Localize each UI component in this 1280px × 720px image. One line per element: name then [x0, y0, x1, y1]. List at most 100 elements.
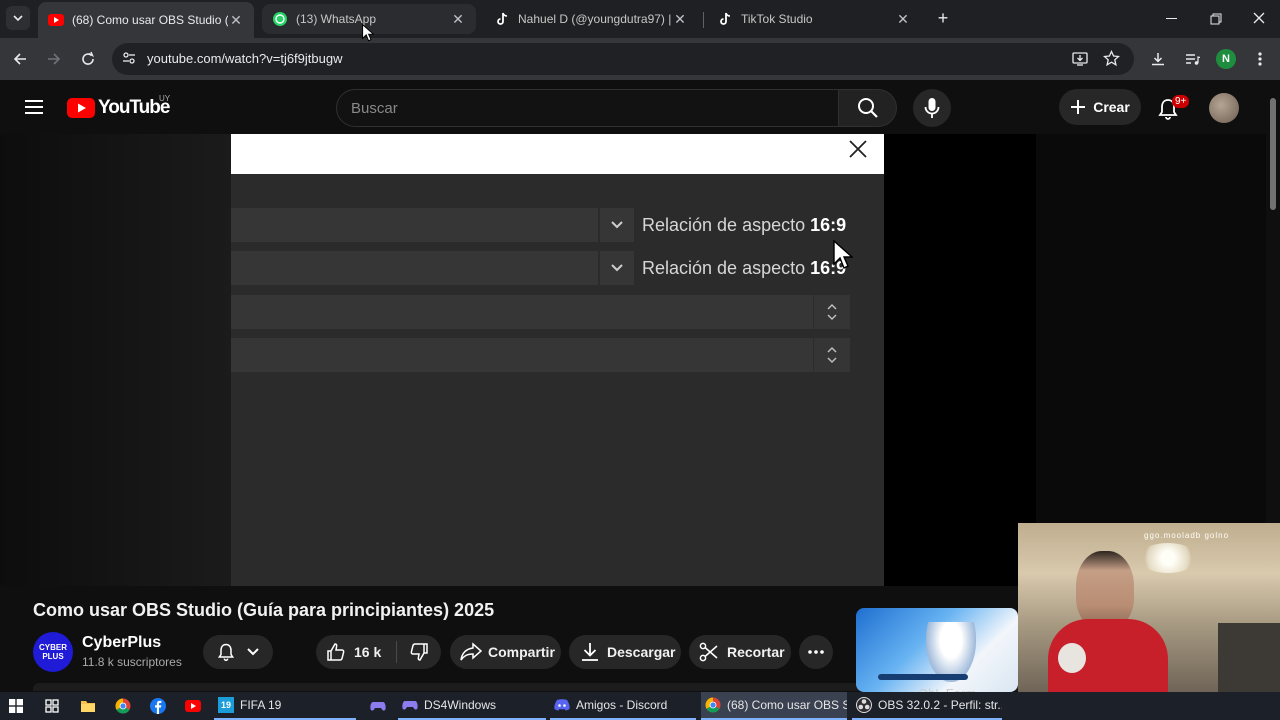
video-side-gradient [0, 134, 231, 586]
tab-separator [703, 12, 704, 28]
channel-name[interactable]: CyberPlus [82, 634, 161, 652]
country-code: UY [159, 94, 171, 103]
profile-initial: N [1222, 53, 1230, 65]
close-tab-icon[interactable]: ✕ [672, 11, 688, 28]
address-bar[interactable]: youtube.com/watch?v=tj6f9jtbugw [112, 43, 1134, 75]
obs-taskbar-button[interactable]: OBS 32.0.2 - Perfil: str... [852, 692, 1002, 720]
resolution-combo [231, 208, 598, 242]
channel-avatar[interactable]: CYBER PLUS [33, 632, 73, 672]
forward-arrow-icon[interactable] [44, 49, 64, 69]
taskbar-label: (68) Como usar OBS S... [727, 698, 847, 712]
spinner-arrows-icon [814, 338, 850, 372]
video-side-shade [1036, 134, 1266, 586]
subscriber-count: 11.8 k suscriptores [82, 655, 182, 669]
subscribe-notifications-button[interactable] [203, 635, 273, 669]
aspect-ratio-label: Relación de aspecto 16:9 [642, 215, 847, 235]
like-button[interactable]: 16 k [316, 635, 396, 669]
resolution-row: Relación de aspecto 16:9 [231, 208, 884, 242]
recommended-video-thumbnail[interactable] [856, 608, 1018, 692]
spinner-row [231, 295, 884, 329]
whatsapp-icon [272, 11, 288, 27]
chrome-taskbar-button[interactable] [111, 692, 137, 720]
clip-button[interactable]: Recortar [689, 635, 791, 669]
close-tab-icon[interactable]: ✕ [895, 11, 911, 28]
fifa-icon: 19 [218, 697, 234, 713]
browser-tab-tiktok-studio[interactable]: TikTok Studio ✕ [707, 4, 921, 34]
reload-icon[interactable] [78, 49, 98, 69]
file-explorer-button[interactable] [76, 692, 102, 720]
chevron-down-icon [246, 647, 260, 657]
shirt-crest [1058, 643, 1086, 673]
chrome-icon [115, 698, 131, 714]
close-tab-icon[interactable]: ✕ [450, 11, 466, 28]
account-avatar[interactable] [1209, 93, 1239, 123]
spinner-arrows-icon [814, 295, 850, 329]
tab-search-button[interactable] [6, 6, 30, 30]
browser-tab-youtube[interactable]: (68) Como usar OBS Studio (Gu ✕ [38, 2, 254, 38]
hamburger-menu-icon[interactable] [24, 98, 44, 116]
thumbnail-figure [926, 622, 976, 682]
tab-title: TikTok Studio [741, 12, 813, 26]
install-app-icon[interactable] [1072, 51, 1088, 72]
notifications-badge: 9+ [1172, 95, 1190, 108]
youtube-taskbar-button[interactable] [181, 692, 207, 720]
tiktok-icon [494, 11, 510, 27]
chevron-down-icon [600, 251, 634, 285]
mouse-cursor-icon [833, 240, 853, 269]
ceiling-light [1138, 543, 1198, 573]
close-tab-icon[interactable]: ✕ [228, 12, 244, 29]
fifa-taskbar-button[interactable]: 19 FIFA 19 [214, 692, 356, 720]
dislike-button[interactable] [397, 635, 441, 669]
profile-avatar[interactable]: N [1216, 49, 1236, 69]
video-title: Como usar OBS Studio (Guía para principi… [33, 600, 495, 620]
youtube-icon [185, 698, 201, 714]
webcam-overlay [1018, 523, 1280, 692]
webcam-overlay-text: ggo.mooladb golno [1144, 531, 1230, 540]
windows-taskbar: 19 FIFA 19 DS4Windows Amigos - Discord (… [0, 692, 1280, 720]
plus-icon [1071, 100, 1086, 114]
downloads-icon[interactable] [1148, 49, 1168, 69]
person-head [1076, 551, 1134, 629]
aspect-ratio-label: Relación de aspecto 16:9 [642, 258, 847, 278]
browser-toolbar: youtube.com/watch?v=tj6f9jtbugw N [0, 38, 1280, 80]
microphone-icon [924, 98, 940, 118]
taskbar-label: FIFA 19 [240, 698, 282, 712]
thumbs-down-icon [410, 643, 428, 661]
facebook-taskbar-button[interactable] [146, 692, 172, 720]
site-info-icon[interactable] [122, 51, 136, 70]
discord-taskbar-button[interactable]: Amigos - Discord [550, 692, 696, 720]
more-actions-button[interactable] [799, 635, 833, 669]
taskbar-label: Amigos - Discord [576, 698, 668, 712]
new-tab-button[interactable]: + [933, 8, 953, 28]
minimize-window-icon[interactable] [1166, 12, 1180, 24]
share-button[interactable]: Compartir [450, 635, 561, 669]
scissors-icon [699, 642, 719, 662]
create-button[interactable]: Crear [1059, 89, 1141, 125]
media-controls-icon[interactable] [1182, 49, 1202, 69]
browser-tab-tiktok-profile[interactable]: Nahuel D (@youngdutra97) | Ti ✕ [484, 4, 698, 34]
spinner-row [231, 338, 884, 372]
bookmark-star-icon[interactable] [1102, 49, 1121, 72]
room-shelf [1218, 623, 1280, 692]
clip-label: Recortar [727, 644, 785, 660]
task-view-button[interactable] [40, 692, 66, 720]
close-window-icon[interactable] [1252, 11, 1266, 25]
voice-search-button[interactable] [913, 89, 951, 127]
restore-window-icon[interactable] [1210, 12, 1222, 25]
search-input[interactable]: Buscar [336, 89, 839, 127]
back-arrow-icon[interactable] [10, 49, 30, 69]
youtube-icon [48, 12, 64, 28]
more-options-icon[interactable] [1250, 49, 1270, 69]
gamepad-taskbar-button[interactable] [366, 692, 392, 720]
windows-start-button[interactable] [4, 692, 30, 720]
search-button[interactable] [839, 89, 897, 127]
tab-title: Nahuel D (@youngdutra97) | Ti [518, 12, 672, 26]
chrome-window-taskbar-button[interactable]: (68) Como usar OBS S... [701, 692, 847, 720]
facebook-icon [150, 698, 166, 714]
resolution-row: Relación de aspecto 16:9 [231, 251, 884, 285]
download-label: Descargar [607, 644, 676, 660]
ds4windows-taskbar-button[interactable]: DS4Windows [398, 692, 546, 720]
scrollbar-thumb[interactable] [1270, 98, 1276, 210]
youtube-logo[interactable]: YouTube [67, 97, 170, 119]
download-button[interactable]: Descargar [569, 635, 681, 669]
